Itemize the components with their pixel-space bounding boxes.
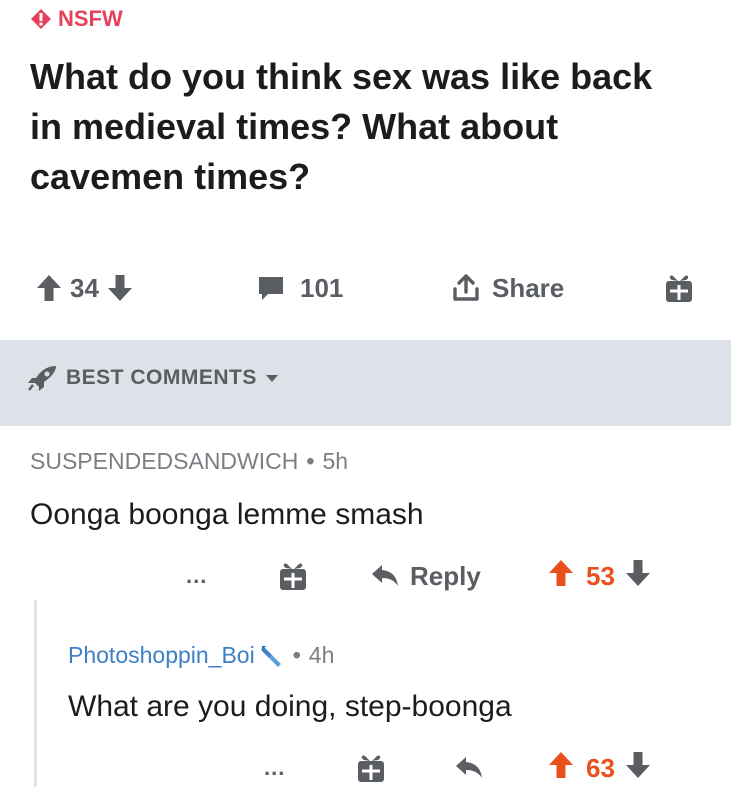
comment-bubble-icon (259, 277, 283, 300)
more-options-button[interactable]: ... (186, 556, 207, 596)
chevron-down-icon (265, 375, 278, 382)
sort-dropdown[interactable]: BEST COMMENTS (26, 364, 279, 392)
nsfw-label: NSFW (58, 6, 123, 31)
comment-text: What are you doing, step-boonga (68, 690, 512, 723)
comments-count: 101 (300, 272, 344, 303)
comment-score: 53 (586, 560, 615, 591)
post-score: 34 (70, 272, 99, 303)
comment-time: 4h (308, 642, 335, 668)
more-options-label: ... (264, 755, 286, 780)
comment-author[interactable]: SUSPENDEDSANDWICH (30, 448, 298, 475)
reply-arrow-icon (456, 757, 482, 778)
upvote-button[interactable] (548, 558, 574, 595)
arrow-down-icon (625, 559, 650, 586)
award-button[interactable] (356, 748, 386, 788)
share-upload-icon (453, 274, 479, 301)
comment-meta: SUSPENDEDSANDWICH • 5h (30, 448, 348, 475)
downvote-button[interactable] (625, 558, 651, 595)
post-title[interactable]: What do you think sex was like back in m… (30, 52, 690, 202)
reply-label: Reply (410, 560, 481, 591)
more-options-button[interactable]: ... (264, 748, 285, 788)
downvote-button[interactable] (625, 750, 651, 787)
comments-button[interactable]: 101 (256, 266, 343, 310)
comment-vote: 63 (548, 748, 651, 788)
comment-author[interactable]: Photoshoppin_Boi (68, 642, 255, 669)
arrow-up-icon (37, 275, 61, 301)
gift-icon (280, 563, 306, 590)
arrow-up-icon (549, 559, 573, 586)
diamond-icon (31, 9, 51, 29)
more-options-label: ... (186, 563, 208, 588)
award-button[interactable] (278, 556, 308, 596)
comment-actions: ... Reply 53 (0, 556, 731, 596)
comment-meta: Photoshoppin_Boi • 4h (68, 642, 334, 669)
meta-separator: • (292, 642, 301, 668)
rocket-icon (28, 366, 56, 391)
share-label: Share (492, 272, 565, 303)
reply-arrow-icon (372, 565, 398, 586)
comment-score: 63 (586, 752, 615, 783)
arrow-down-icon (625, 751, 650, 778)
post-card: NSFW What do you think sex was like back… (0, 0, 731, 340)
comments-header: BEST COMMENTS (0, 340, 731, 426)
sort-label: BEST COMMENTS (66, 366, 257, 389)
nsfw-tag: NSFW (30, 6, 123, 32)
meta-separator: • (306, 448, 315, 474)
upvote-button[interactable] (548, 750, 574, 787)
comment-vote: 53 (548, 556, 651, 596)
share-button[interactable]: Share (452, 266, 564, 310)
gift-icon (666, 275, 692, 302)
comment-text: Oonga boonga lemme smash (30, 498, 424, 531)
reply-button[interactable]: Reply (370, 556, 481, 596)
post-vote: 34 (36, 266, 133, 310)
upvote-button[interactable] (36, 273, 62, 303)
comment-time: 5h (322, 448, 349, 474)
downvote-button[interactable] (107, 273, 133, 303)
comment-actions: ... 63 (0, 748, 731, 788)
arrow-up-icon (549, 751, 573, 778)
arrow-down-icon (107, 275, 132, 301)
pencil-flair-icon (260, 645, 281, 667)
gift-icon (358, 755, 384, 782)
award-button[interactable] (664, 266, 694, 310)
post-actions: 34 101 Share (36, 266, 716, 310)
reply-button[interactable] (454, 748, 484, 788)
